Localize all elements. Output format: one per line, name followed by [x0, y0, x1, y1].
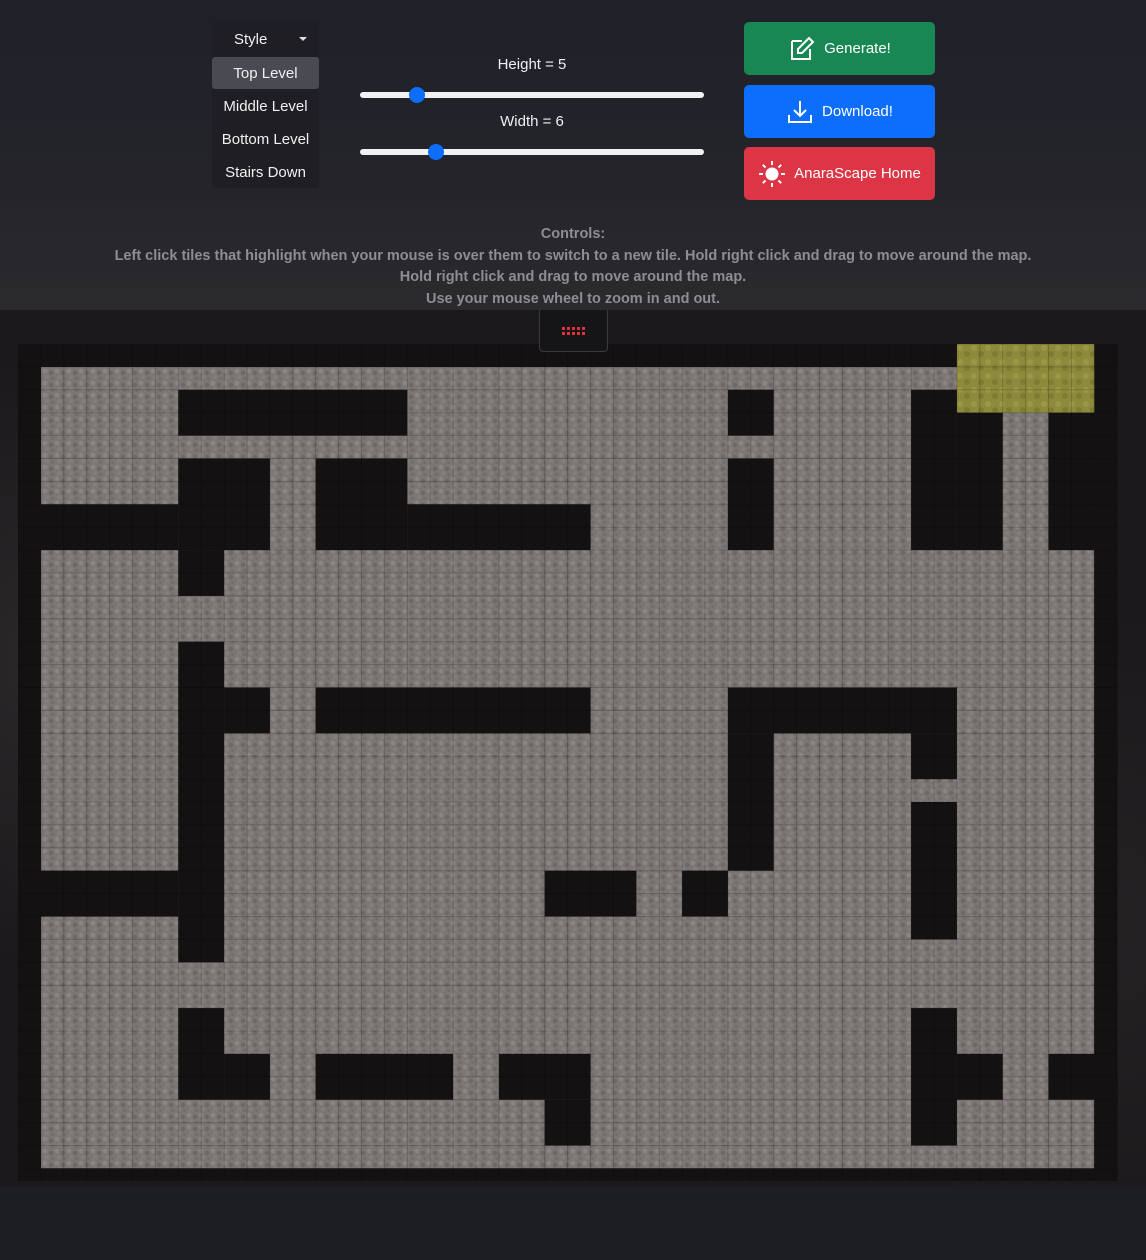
download-icon	[788, 100, 813, 123]
footer-bar	[0, 1187, 1146, 1260]
generate-button-label: Generate!	[824, 40, 891, 57]
download-button-label: Download!	[822, 103, 893, 120]
download-button[interactable]: Download!	[744, 85, 935, 138]
style-item-label: Middle Level	[223, 97, 308, 115]
caret-down-icon	[299, 37, 307, 41]
style-item-label: Stairs Down	[225, 163, 306, 181]
home-button[interactable]: AnaraScape Home	[744, 147, 935, 200]
controls-line: Left click tiles that highlight when you…	[114, 247, 1032, 264]
controls-help: Controls: Left click tiles that highligh…	[0, 224, 1146, 311]
controls-title: Controls:	[540, 226, 606, 242]
style-item-bottom-level[interactable]: Bottom Level	[212, 123, 319, 155]
controls-line: Hold right click and drag to move around…	[399, 269, 747, 286]
style-item-stairs-down[interactable]: Stairs Down	[212, 156, 319, 188]
drag-handle-icon	[561, 326, 585, 335]
height-slider[interactable]	[360, 87, 704, 103]
map-viewport[interactable]	[0, 310, 1146, 1187]
width-slider[interactable]	[360, 144, 704, 160]
wall-tile[interactable]	[1094, 344, 1118, 1181]
toolbar-panel: Style Top Level Middle Level Bottom Leve…	[0, 0, 1146, 310]
map-grid[interactable]	[18, 344, 1118, 1181]
sun-icon	[759, 160, 786, 187]
wall-tile[interactable]	[18, 344, 41, 1181]
drag-handle[interactable]	[539, 310, 608, 352]
style-dropdown-toggle[interactable]: Style	[212, 22, 319, 56]
style-item-label: Bottom Level	[221, 130, 310, 148]
style-item-top-level[interactable]: Top Level	[212, 57, 319, 89]
generate-button[interactable]: Generate!	[744, 22, 935, 75]
width-slider-label: Width = 6	[500, 113, 564, 130]
height-slider-thumb[interactable]	[409, 87, 426, 103]
style-dropdown[interactable]: Style Top Level Middle Level Bottom Leve…	[212, 22, 319, 188]
style-item-label: Top Level	[233, 64, 298, 82]
height-slider-label: Height = 5	[497, 56, 567, 73]
edit-icon	[791, 36, 815, 60]
style-dropdown-label: Style	[234, 30, 268, 48]
controls-line: Use your mouse wheel to zoom in and out.	[425, 291, 721, 308]
width-slider-thumb[interactable]	[428, 144, 445, 160]
style-item-middle-level[interactable]: Middle Level	[212, 90, 319, 122]
home-button-label: AnaraScape Home	[794, 165, 921, 182]
